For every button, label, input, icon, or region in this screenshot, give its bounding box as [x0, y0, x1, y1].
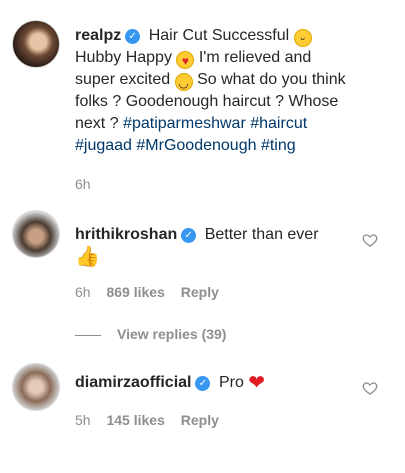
verified-badge-icon: ✓: [195, 376, 211, 391]
red-heart-emoji-icon: ❤: [248, 372, 266, 394]
heart-eyes-emoji-icon: ♥: [176, 51, 195, 69]
heart-outline-icon[interactable]: [362, 380, 378, 396]
hashtag-link[interactable]: #jugaad: [75, 137, 132, 154]
view-replies-label: View replies (39): [117, 326, 227, 342]
relieved-emoji-icon: ◡: [174, 73, 193, 91]
hashtag-link[interactable]: #ting: [261, 137, 296, 154]
view-replies-button[interactable]: View replies (39): [75, 326, 226, 342]
hashtag-link[interactable]: #patiparmeshwar: [123, 115, 246, 132]
reply-button[interactable]: Reply: [181, 412, 219, 428]
comment-text-part-1: Hair Cut Successful: [148, 27, 290, 44]
avatar-hrithikroshan[interactable]: [12, 210, 60, 258]
comment-time[interactable]: 6h: [75, 284, 91, 300]
divider-line: [75, 334, 101, 336]
thumbs-up-emoji-icon: 👍: [75, 246, 100, 268]
comment-text: Better than ever: [204, 226, 319, 243]
username-diamirzaofficial[interactable]: diamirzaofficial: [75, 374, 191, 391]
comment-time[interactable]: 6h: [75, 176, 91, 192]
reply-button[interactable]: Reply: [181, 284, 219, 300]
hashtag-link[interactable]: #MrGoodenough: [136, 137, 256, 154]
heart-outline-icon[interactable]: [362, 232, 378, 248]
comment-text: Pro: [218, 374, 244, 391]
comment-meta-realpz: 6h: [75, 176, 103, 192]
hashtag-link[interactable]: #haircut: [250, 115, 307, 132]
username-realpz[interactable]: realpz: [75, 27, 121, 44]
username-hrithikroshan[interactable]: hrithikroshan: [75, 226, 177, 243]
grin-emoji-icon: ᵕ: [293, 29, 312, 47]
verified-badge-icon: ✓: [181, 228, 197, 243]
comment-time[interactable]: 5h: [75, 412, 91, 428]
comment-realpz: realpz ✓ Hair Cut Successful ᵕ Hubby Happ…: [75, 25, 350, 157]
comment-meta-diamirzaofficial: 5h 145 likes Reply: [75, 412, 231, 428]
comment-diamirzaofficial: diamirzaofficial ✓ Pro ❤: [75, 372, 350, 394]
comment-text-part-2: Hubby Happy: [75, 49, 172, 66]
comment-hrithikroshan: hrithikroshan ✓ Better than ever 👍: [75, 224, 350, 268]
comment-meta-hrithikroshan: 6h 869 likes Reply: [75, 284, 231, 300]
likes-count[interactable]: 869 likes: [106, 284, 164, 300]
likes-count[interactable]: 145 likes: [106, 412, 164, 428]
avatar-diamirzaofficial[interactable]: [12, 363, 60, 411]
verified-badge-icon: ✓: [125, 29, 141, 44]
avatar-realpz[interactable]: [12, 20, 60, 68]
